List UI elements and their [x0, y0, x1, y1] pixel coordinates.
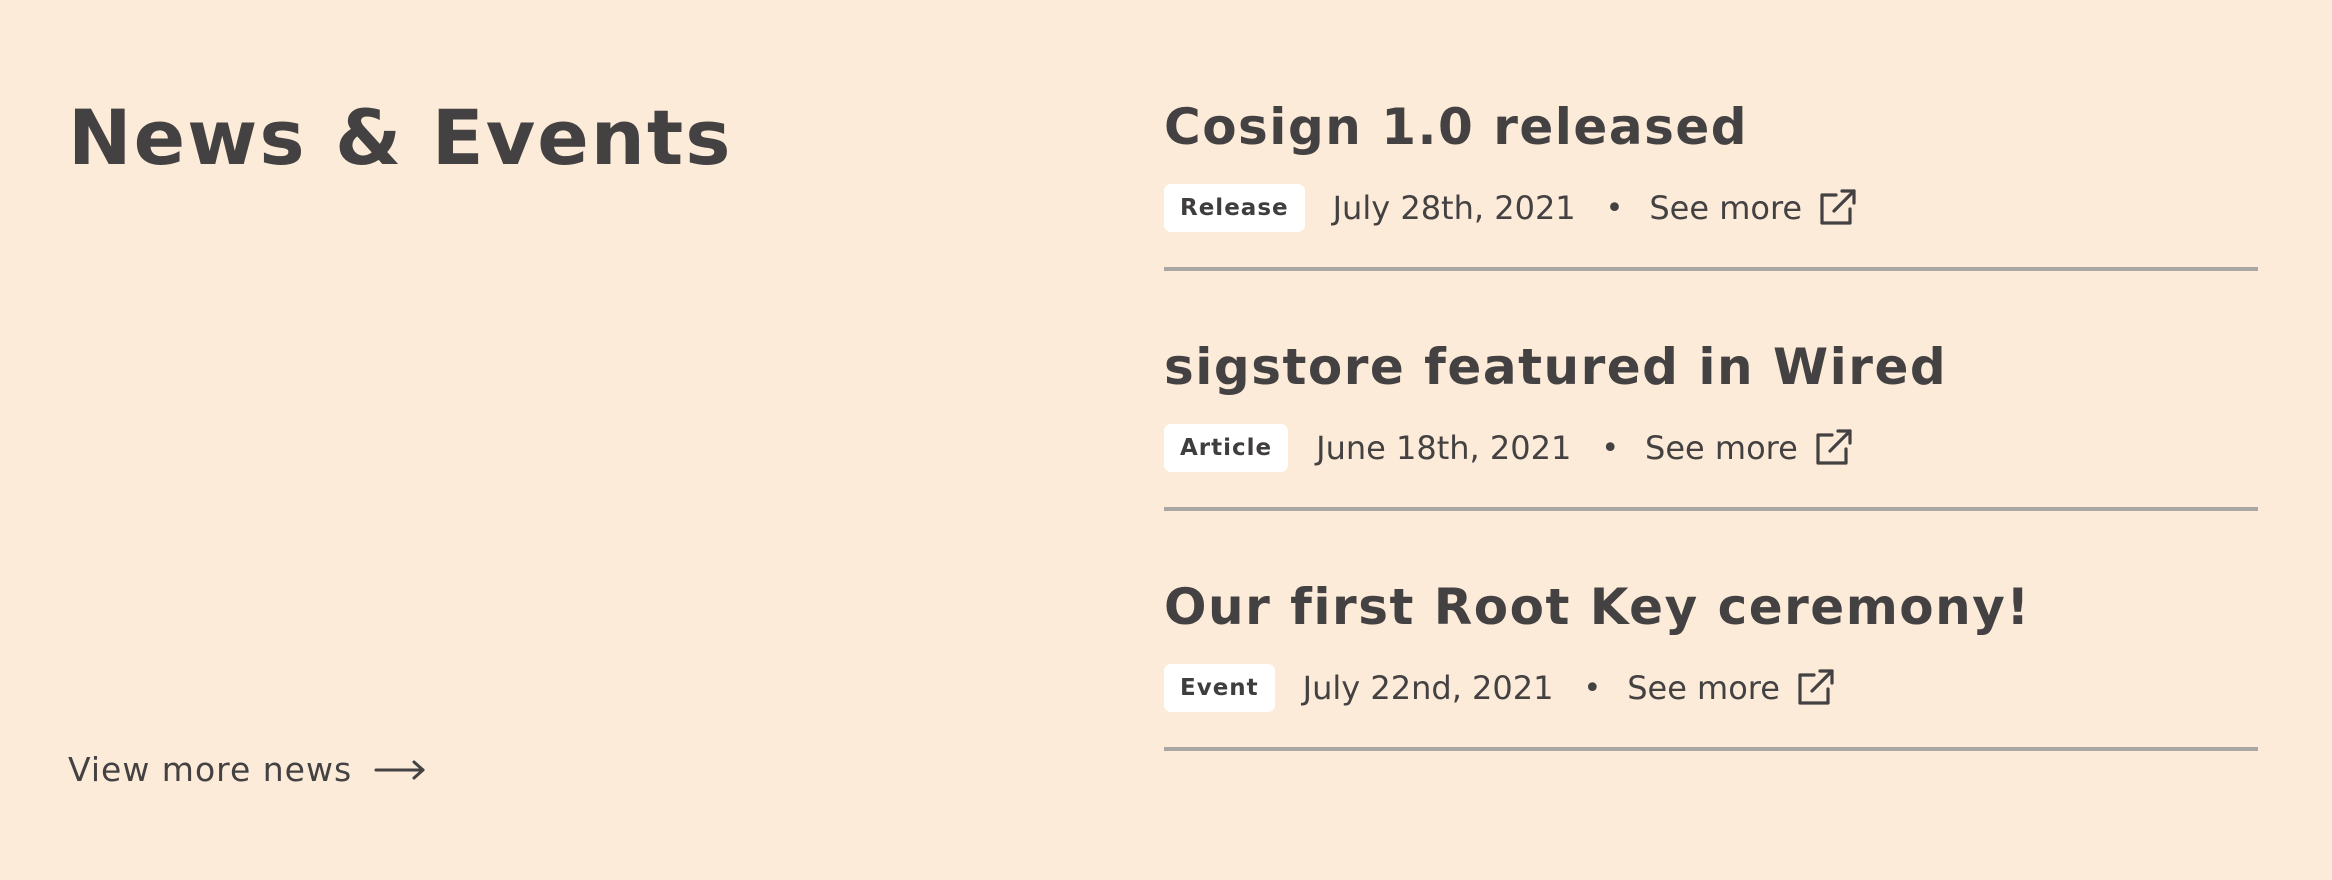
see-more-label: See more	[1649, 189, 1803, 227]
external-link-icon	[1816, 187, 1858, 229]
news-title: Cosign 1.0 released	[1164, 98, 1749, 156]
news-item: Our first Root Key ceremony! Event July …	[1164, 572, 2258, 812]
news-tag: Article	[1164, 424, 1289, 472]
news-meta: Article June 18th, 2021 • See more	[1164, 424, 1854, 472]
see-more-label: See more	[1627, 669, 1780, 707]
meta-separator: •	[1583, 670, 1602, 706]
news-meta: Release July 28th, 2021 • See more	[1164, 184, 1858, 232]
news-tag: Release	[1164, 184, 1305, 232]
divider	[1164, 507, 2258, 511]
news-date: July 22nd, 2021	[1302, 669, 1554, 707]
see-more-link[interactable]: See more	[1645, 427, 1854, 469]
news-tag: Event	[1164, 664, 1275, 712]
meta-separator: •	[1605, 190, 1624, 226]
page-title: News & Events	[68, 93, 733, 182]
divider	[1164, 747, 2258, 751]
see-more-label: See more	[1645, 429, 1798, 467]
news-title: sigstore featured in Wired	[1164, 338, 1948, 396]
news-date: June 18th, 2021	[1316, 429, 1572, 467]
arrow-right-icon	[374, 758, 426, 782]
see-more-link[interactable]: See more	[1649, 187, 1858, 229]
divider	[1164, 267, 2258, 271]
news-list: Cosign 1.0 released Release July 28th, 2…	[1164, 92, 2258, 812]
external-link-icon	[1794, 667, 1836, 709]
meta-separator: •	[1601, 430, 1620, 466]
see-more-link[interactable]: See more	[1627, 667, 1836, 709]
news-date: July 28th, 2021	[1332, 189, 1576, 227]
view-more-news-label: View more news	[68, 750, 353, 789]
external-link-icon	[1812, 427, 1854, 469]
news-title: Our first Root Key ceremony!	[1164, 578, 2031, 636]
news-item: Cosign 1.0 released Release July 28th, 2…	[1164, 92, 2258, 332]
view-more-news-link[interactable]: View more news	[68, 748, 426, 792]
news-item: sigstore featured in Wired Article June …	[1164, 332, 2258, 572]
news-meta: Event July 22nd, 2021 • See more	[1164, 664, 1836, 712]
